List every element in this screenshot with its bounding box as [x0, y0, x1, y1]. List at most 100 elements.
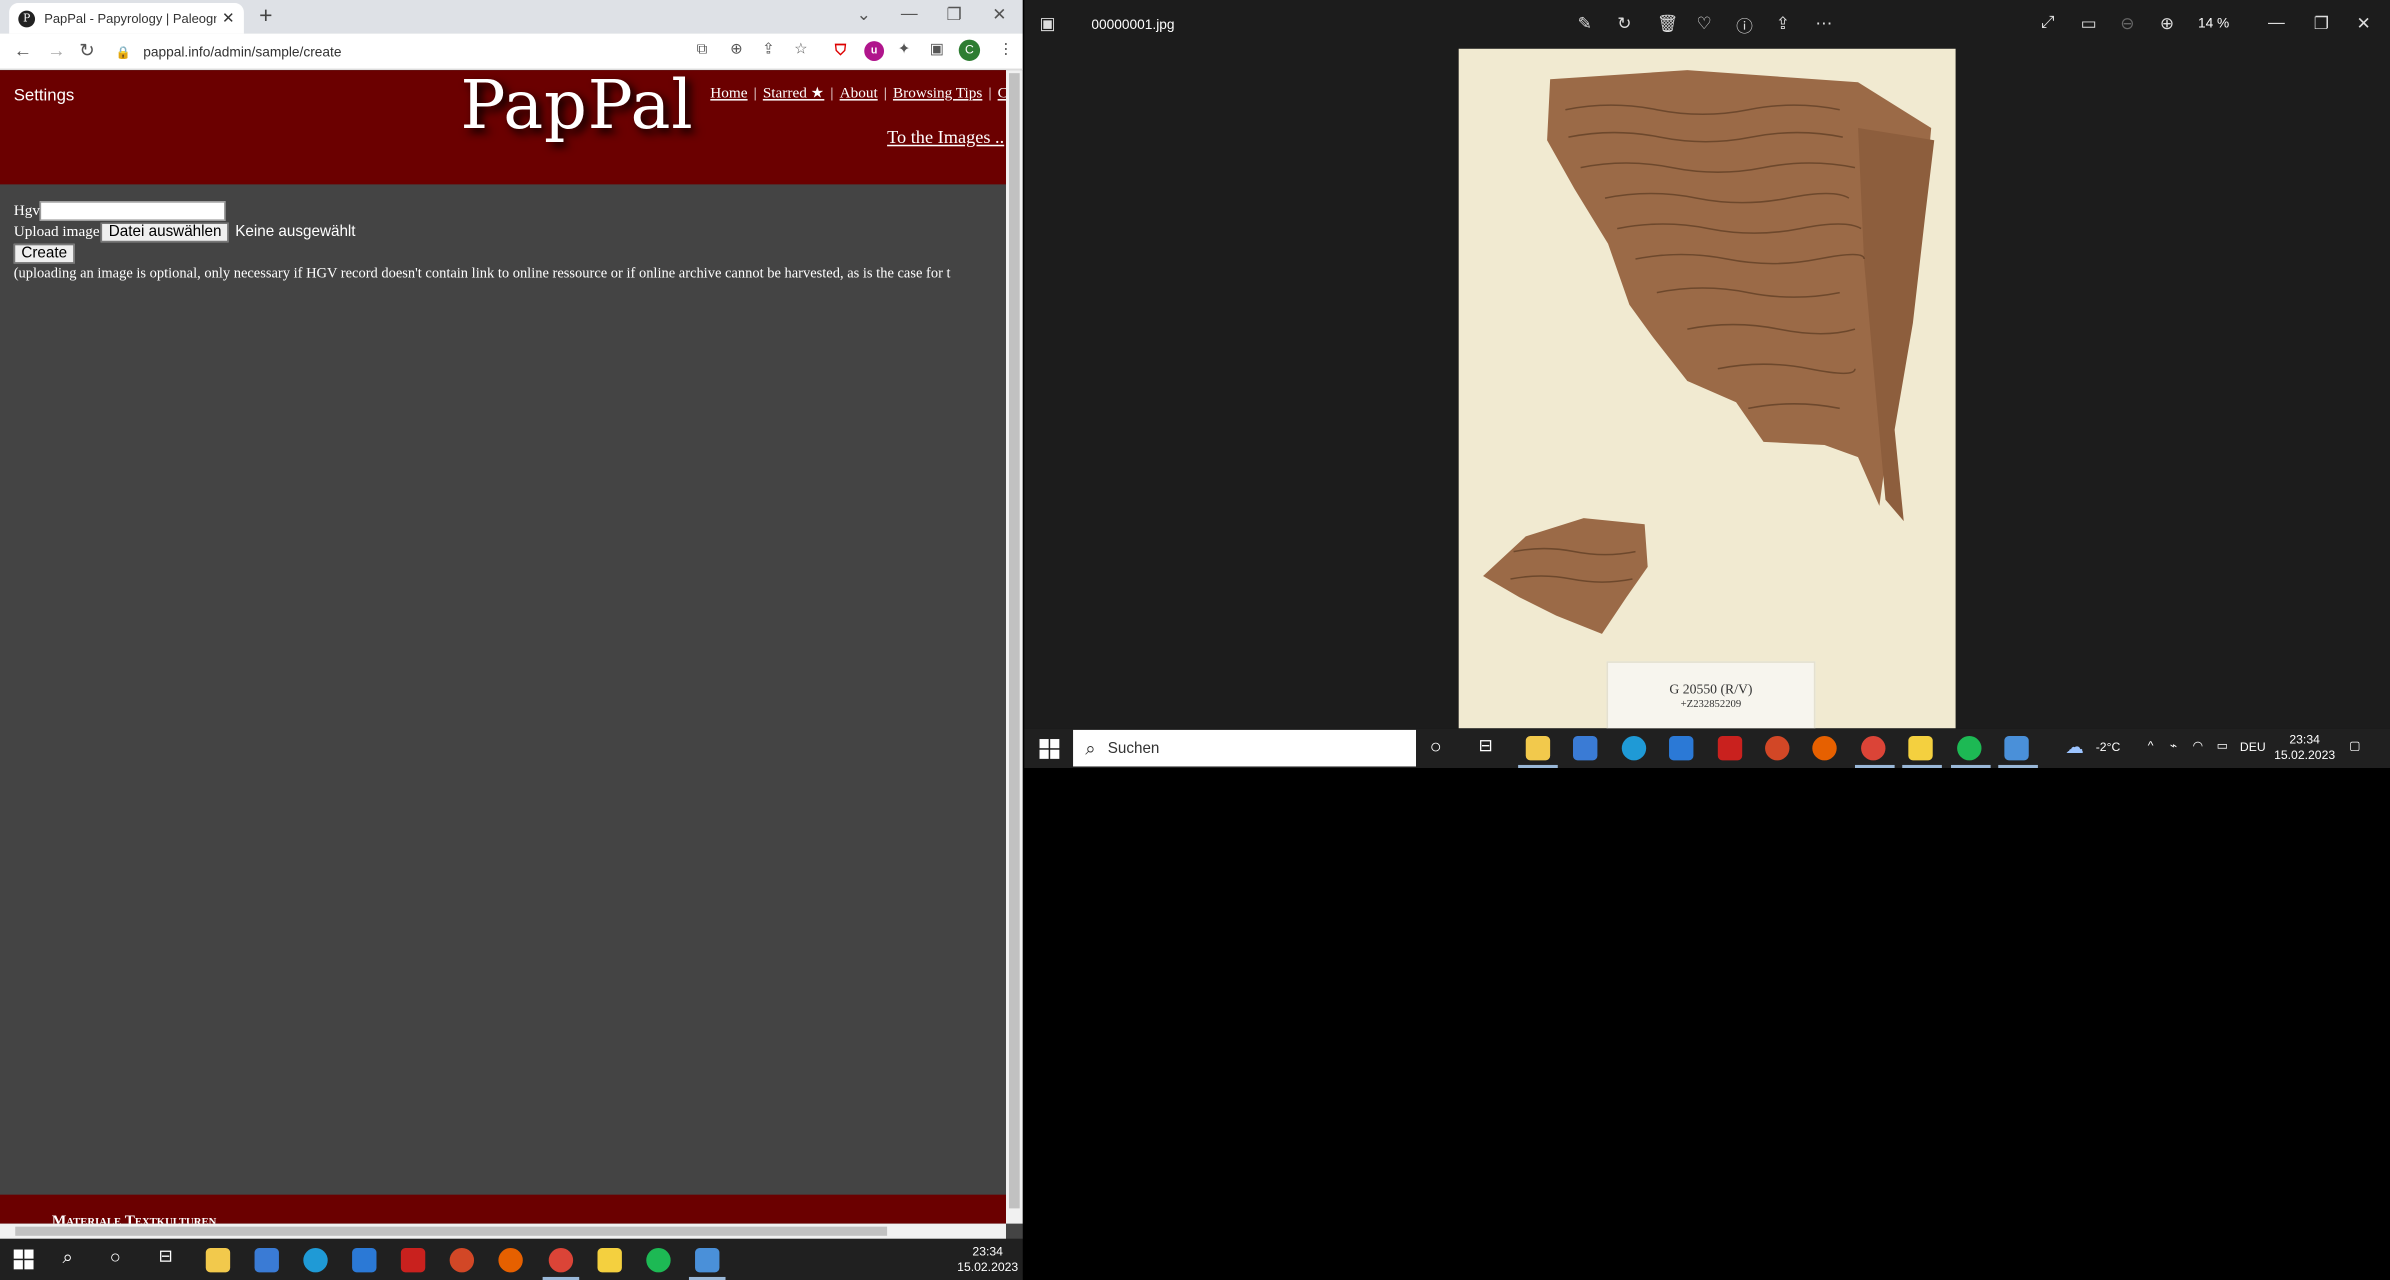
lock-icon[interactable]: 🔒	[116, 45, 131, 59]
zoom-level[interactable]: 14 %	[2198, 15, 2229, 30]
bookmark-star-icon[interactable]: ☆	[794, 41, 808, 58]
hgv-input[interactable]	[39, 200, 226, 221]
zoom-out-icon[interactable]: ⊖	[2120, 14, 2134, 33]
chrome-icon[interactable]	[548, 1248, 574, 1273]
share-icon[interactable]: ⇪	[762, 41, 775, 58]
settings-link[interactable]: Settings	[14, 87, 75, 105]
windows-start-icon[interactable]	[13, 1249, 34, 1270]
new-tab-icon[interactable]: +	[259, 3, 272, 29]
viewer-restore-icon[interactable]: ❐	[2314, 14, 2329, 33]
viewer-close-icon[interactable]: ✕	[2356, 14, 2370, 33]
store-icon[interactable]	[254, 1248, 279, 1273]
minimize-icon[interactable]: —	[901, 5, 918, 23]
powerpoint-icon[interactable]	[449, 1248, 475, 1273]
tray-chevron-icon[interactable]: ^	[2142, 739, 2160, 754]
notes-icon[interactable]	[597, 1248, 622, 1273]
close-tab-icon[interactable]: ✕	[222, 10, 235, 27]
powerpoint-icon[interactable]	[1765, 736, 1790, 761]
to-images-link[interactable]: To the Images ..	[887, 126, 1004, 149]
zoom-icon[interactable]: ⊕	[730, 41, 743, 58]
extensions-puzzle-icon[interactable]: ✦	[898, 41, 911, 58]
tab-search-chevron-icon[interactable]: ⌄	[857, 5, 871, 24]
url-text[interactable]: pappal.info/admin/sample/create	[143, 44, 341, 59]
acrobat-icon[interactable]	[400, 1248, 426, 1273]
address-bar[interactable]: 🔒 pappal.info/admin/sample/create	[116, 38, 826, 65]
chrome-icon[interactable]	[1861, 736, 1886, 761]
specimen-label: G 20550 (R/V) +Z232852209	[1606, 661, 1816, 729]
favorite-heart-icon[interactable]: ♡	[1696, 14, 1711, 33]
spotify-icon[interactable]	[1957, 736, 1982, 761]
tab-pappal[interactable]: P PapPal - Papyrology | Paleography ✕	[9, 3, 244, 34]
edge-icon[interactable]	[1621, 736, 1647, 761]
store-icon[interactable]	[1573, 736, 1598, 761]
translate-icon[interactable]: ⧉	[697, 41, 708, 58]
viewer-app-icon[interactable]: ▣	[1040, 14, 1056, 33]
firefox-icon[interactable]	[1812, 736, 1837, 761]
forward-icon[interactable]: →	[47, 40, 65, 61]
mail-icon[interactable]	[352, 1248, 377, 1273]
language-indicator[interactable]: DEU	[2238, 741, 2268, 756]
choose-file-button[interactable]: Datei auswählen	[101, 221, 230, 242]
file-explorer-icon[interactable]	[1525, 736, 1551, 761]
photos-icon[interactable]	[2004, 736, 2029, 761]
nav-home-link[interactable]: Home	[710, 85, 747, 102]
viewer-minimize-icon[interactable]: —	[2268, 14, 2285, 32]
create-button[interactable]: Create	[13, 243, 75, 263]
weather-temp[interactable]: -2°C	[2085, 741, 2131, 756]
battery-icon[interactable]: ▭	[2213, 739, 2231, 754]
nav-cut-off-link[interactable]: C	[998, 85, 1006, 102]
wifi-icon[interactable]: ◠	[2189, 739, 2207, 754]
info-icon[interactable]: ⓘ	[1736, 14, 1753, 38]
windows-start-icon[interactable]	[1039, 739, 1060, 759]
cortana-circle-icon[interactable]: ○	[1430, 734, 1442, 757]
notifications-icon[interactable]: ▢	[2344, 739, 2365, 754]
extension-ub-icon[interactable]: u	[864, 41, 885, 61]
nav-about-link[interactable]: About	[840, 85, 878, 102]
file-explorer-icon[interactable]	[205, 1248, 231, 1273]
vertical-scrollbar[interactable]	[1005, 70, 1023, 1224]
footer-materiale-textkulturen[interactable]: Materiale Textkulturen	[52, 1213, 216, 1224]
nav-starred-link[interactable]: Starred ★	[763, 85, 824, 102]
nav-browsing-tips-link[interactable]: Browsing Tips	[893, 85, 982, 102]
more-icon[interactable]: ⋯	[1815, 14, 1832, 33]
network-icon[interactable]: ⌁	[2164, 739, 2182, 754]
nav-separator: |	[753, 85, 757, 103]
search-icon: ⌕	[1085, 736, 1096, 759]
horizontal-scrollbar[interactable]	[0, 1223, 1006, 1239]
papyrus-image[interactable]: G 20550 (R/V) +Z232852209	[1458, 48, 1956, 729]
notes-icon[interactable]	[1908, 736, 1933, 761]
profile-avatar[interactable]: C	[958, 39, 981, 61]
spotify-icon[interactable]	[646, 1248, 671, 1273]
menu-kebab-icon[interactable]: ⋮	[998, 41, 1013, 58]
firefox-icon[interactable]	[498, 1248, 523, 1273]
photos-icon[interactable]	[695, 1248, 720, 1273]
back-icon[interactable]: ←	[14, 40, 32, 61]
delete-icon[interactable]: 🗑	[1657, 14, 1678, 33]
edit-image-icon[interactable]: ✎	[1578, 14, 1592, 33]
clock-right[interactable]: 23:34 15.02.2023	[2271, 733, 2338, 763]
cortana-circle-icon[interactable]: ○	[110, 1246, 121, 1267]
fullscreen-icon[interactable]: ⤢	[2041, 14, 2054, 34]
mail-icon[interactable]	[1669, 736, 1694, 761]
acrobat-icon[interactable]	[1717, 736, 1743, 761]
close-window-icon[interactable]: ✕	[992, 5, 1006, 24]
side-panel-icon[interactable]: ▣	[930, 41, 944, 58]
restore-icon[interactable]: ❐	[947, 5, 962, 24]
edge-icon[interactable]	[303, 1248, 328, 1273]
zoom-in-icon[interactable]: ⊕	[2160, 14, 2174, 33]
rotate-icon[interactable]: ↻	[1617, 14, 1631, 33]
date-left: 15.02.2023	[957, 1260, 1019, 1274]
taskbar-search-box[interactable]: ⌕ Suchen	[1073, 729, 1417, 767]
horizontal-scroll-thumb[interactable]	[15, 1226, 888, 1236]
weather-cloud-icon[interactable]: ☁	[2065, 736, 2083, 757]
actual-size-icon[interactable]: ▭	[2081, 14, 2097, 33]
share-icon[interactable]: ⇪	[1776, 14, 1790, 33]
search-icon[interactable]: ⌕	[62, 1246, 72, 1269]
reload-icon[interactable]: ↻	[79, 40, 94, 61]
vertical-scroll-thumb[interactable]	[1009, 73, 1020, 1209]
site-logo[interactable]: PapPal	[460, 70, 693, 145]
task-view-icon[interactable]: ⊟	[1479, 736, 1493, 756]
task-view-icon[interactable]: ⊟	[159, 1246, 173, 1266]
extension-shield-icon[interactable]: ⛉	[830, 41, 851, 61]
clock-left[interactable]: 23:34 15.02.2023	[954, 1245, 1021, 1275]
